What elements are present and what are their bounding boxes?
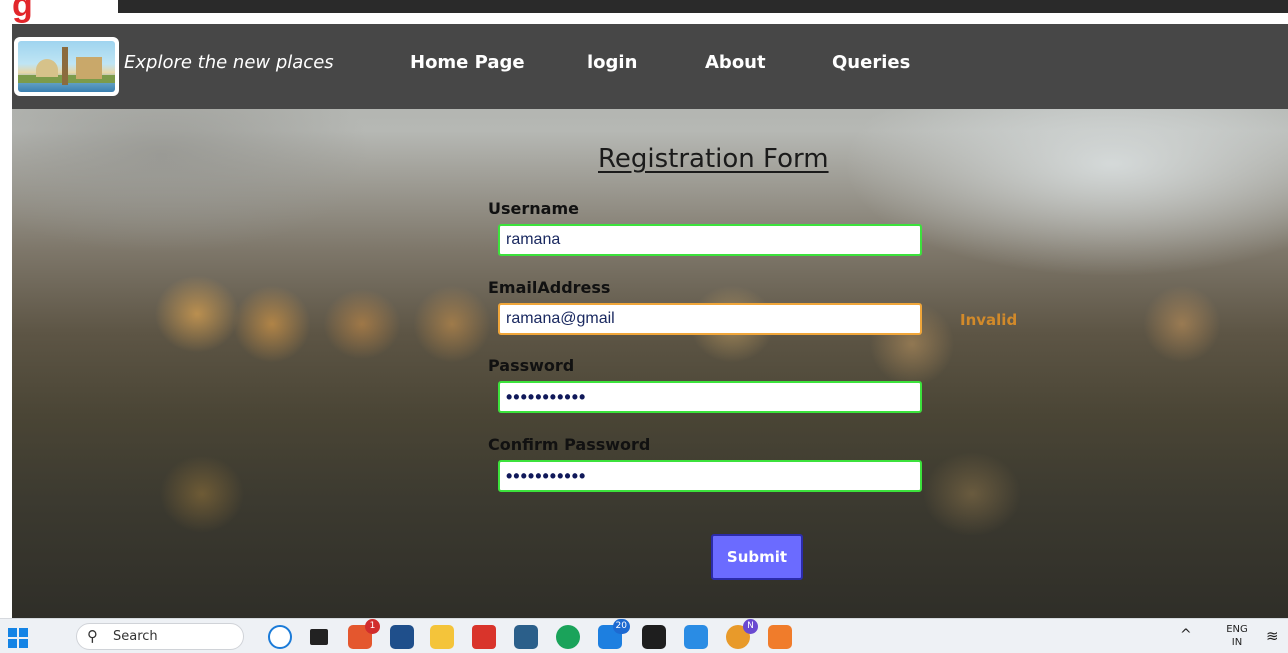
edge-browser-icon[interactable] (556, 625, 580, 649)
nav-login[interactable]: login (587, 52, 637, 73)
email-invalid-message: Invalid (960, 311, 1018, 329)
widgets-badge: 1 (365, 619, 380, 634)
nav-queries[interactable]: Queries (832, 52, 910, 73)
password-input[interactable] (498, 381, 922, 413)
screen: g Explore the new places Home Page login… (0, 0, 1288, 653)
widgets-icon[interactable]: 1 (348, 619, 380, 649)
browser-chrome-fragment: g (0, 0, 1288, 24)
file-explorer-icon[interactable] (430, 625, 454, 649)
taskbar-search-placeholder: Search (113, 629, 158, 644)
browser-toolbar-fragment (118, 0, 1288, 13)
nav-about[interactable]: About (705, 52, 766, 73)
email-input[interactable] (498, 303, 922, 335)
language-code: ENG (1226, 624, 1248, 635)
windows-taskbar: ⚲ Search 1 20 N ^ ENG IN ≋ (0, 618, 1288, 653)
vscode-icon[interactable] (684, 625, 708, 649)
task-view-icon[interactable] (310, 629, 328, 645)
chrome-badge: N (743, 619, 758, 634)
username-input[interactable] (498, 224, 922, 256)
form-title: Registration Form (598, 144, 829, 174)
mail-icon[interactable]: 20 (598, 619, 630, 649)
region-code: IN (1231, 637, 1243, 648)
photos-icon[interactable] (514, 625, 538, 649)
wps-office-icon[interactable] (472, 625, 496, 649)
search-icon: ⚲ (87, 627, 98, 645)
navbar: Explore the new places Home Page login A… (12, 24, 1288, 109)
confirm-password-input[interactable] (498, 460, 922, 492)
wifi-icon[interactable]: ≋ (1266, 627, 1279, 645)
nav-home-page[interactable]: Home Page (410, 52, 525, 73)
web-page: Explore the new places Home Page login A… (12, 24, 1288, 618)
brand-tagline: Explore the new places (124, 52, 334, 73)
windows-start-icon[interactable] (8, 628, 28, 648)
confirm-password-label: Confirm Password (488, 435, 651, 454)
mail-badge: 20 (612, 619, 630, 634)
password-label: Password (488, 356, 575, 375)
email-label: EmailAddress (488, 278, 611, 297)
xampp-icon[interactable] (768, 625, 792, 649)
taskbar-search-box[interactable]: ⚲ Search (76, 623, 244, 650)
submit-button[interactable]: Submit (711, 534, 803, 580)
username-label: Username (488, 199, 579, 218)
travel-logo-image (18, 41, 115, 92)
store-icon[interactable] (390, 625, 414, 649)
language-indicator[interactable]: ENG IN (1220, 623, 1254, 649)
tray-chevron-up-icon[interactable]: ^ (1180, 627, 1192, 643)
cropped-heading-fragment: g (12, 0, 33, 24)
bing-icon[interactable] (268, 625, 292, 649)
chrome-icon[interactable]: N (726, 619, 758, 649)
terminal-icon[interactable] (642, 625, 666, 649)
site-logo[interactable] (14, 37, 119, 96)
